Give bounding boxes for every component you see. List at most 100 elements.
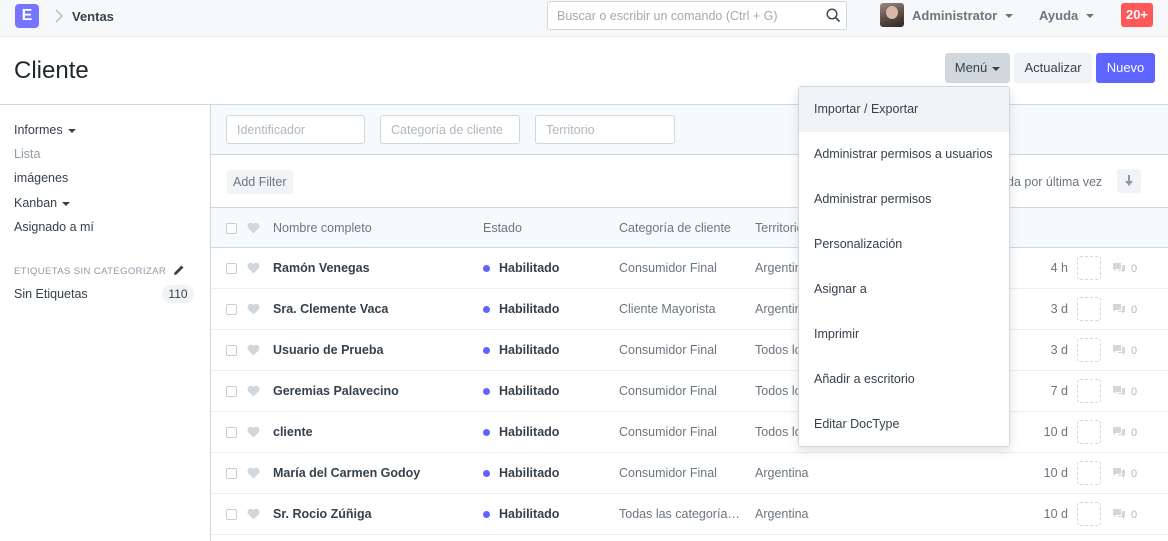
row-checkbox[interactable] <box>226 304 237 315</box>
chevron-down-icon[interactable] <box>1086 14 1094 18</box>
assign-avatar-placeholder[interactable] <box>1077 338 1101 362</box>
table-row[interactable]: María del Carmen Godoy Habilitado Consumid… <box>211 453 1168 494</box>
row-name-link[interactable]: Sra. Clemente Vaca <box>273 302 388 316</box>
filter-category-input[interactable] <box>380 115 520 144</box>
assign-avatar-placeholder[interactable] <box>1077 379 1101 403</box>
menu-dropdown: Importar / Exportar Administrar permisos… <box>798 86 1010 447</box>
sidebar-item-reports[interactable]: Informes <box>14 123 76 137</box>
row-modified-time: 3 d <box>1050 302 1068 316</box>
heart-icon[interactable] <box>247 385 260 397</box>
sort-selector[interactable]: da por última vez <box>1007 175 1102 189</box>
menu-item-role-permissions[interactable]: Administrar permisos <box>799 177 1009 222</box>
assign-avatar-placeholder[interactable] <box>1077 256 1101 280</box>
app-logo[interactable]: E <box>15 4 39 28</box>
row-category: Consumidor Final <box>619 466 717 480</box>
row-status: Habilitado <box>499 261 560 275</box>
assign-avatar-placeholder[interactable] <box>1077 502 1101 526</box>
column-header-territory[interactable]: Territorio <box>755 221 804 235</box>
menu-item-import-export[interactable]: Importar / Exportar <box>799 87 1009 132</box>
heart-icon[interactable] <box>247 262 260 274</box>
breadcrumb-ventas[interactable]: Ventas <box>72 9 114 24</box>
assign-avatar-placeholder[interactable] <box>1077 420 1101 444</box>
row-name-link[interactable]: María del Carmen Godoy <box>273 466 420 480</box>
chevron-down-icon <box>67 128 76 133</box>
row-modified-time: 3 d <box>1050 343 1068 357</box>
user-avatar[interactable] <box>880 3 904 27</box>
sidebar-item-kanban[interactable]: Kanban <box>14 196 71 210</box>
menu-item-edit-doctype[interactable]: Editar DocType <box>799 402 1009 447</box>
table-row[interactable]: Geremias Palavecino Habilitado Consumidor … <box>211 371 1168 412</box>
refresh-button[interactable]: Actualizar <box>1014 53 1092 83</box>
column-header-category[interactable]: Categoría de cliente <box>619 221 731 235</box>
comment-icon <box>1113 345 1125 355</box>
add-filter-button[interactable]: Add Filter <box>227 170 293 194</box>
user-menu[interactable]: Administrator <box>912 8 997 23</box>
comment-count: 0 <box>1131 509 1138 521</box>
heart-icon[interactable] <box>247 508 260 520</box>
filter-territory-input[interactable] <box>535 115 675 144</box>
chevron-down-icon <box>992 66 1001 71</box>
row-category: Cliente Mayorista <box>619 302 716 316</box>
select-all-checkbox[interactable] <box>226 223 237 234</box>
search-bar[interactable] <box>547 1 847 30</box>
row-checkbox[interactable] <box>226 427 237 438</box>
menu-button[interactable]: Menú <box>945 53 1010 83</box>
notifications-badge[interactable]: 20+ <box>1121 3 1153 27</box>
new-button[interactable]: Nuevo <box>1096 53 1155 83</box>
row-name-link[interactable]: Ramón Venegas <box>273 261 370 275</box>
row-modified-time: 7 d <box>1050 384 1068 398</box>
row-status: Habilitado <box>499 343 560 357</box>
sidebar-item-images[interactable]: imágenes <box>14 171 68 185</box>
table-row[interactable]: Sr. Rocio Zúñiga Habilitado Todas las cate… <box>211 494 1168 535</box>
table-row[interactable]: Ramón Venegas Habilitado Consumidor Final A… <box>211 248 1168 289</box>
row-checkbox[interactable] <box>226 468 237 479</box>
heart-icon[interactable] <box>247 426 260 438</box>
menu-item-user-permissions[interactable]: Administrar permisos a usuarios <box>799 132 1009 177</box>
column-header-name[interactable]: Nombre completo <box>273 221 372 235</box>
row-name-link[interactable]: Sr. Rocio Zúñiga <box>273 507 372 521</box>
assign-avatar-placeholder[interactable] <box>1077 461 1101 485</box>
row-name-link[interactable]: Usuario de Prueba <box>273 343 383 357</box>
row-name-link[interactable]: cliente <box>273 425 313 439</box>
row-name-link[interactable]: Geremias Palavecino <box>273 384 399 398</box>
menu-item-assign-to[interactable]: Asignar a <box>799 267 1009 312</box>
heart-icon[interactable] <box>247 344 260 356</box>
assign-avatar-placeholder[interactable] <box>1077 297 1101 321</box>
chevron-right-icon <box>55 9 63 23</box>
menu-item-customize[interactable]: Personalización <box>799 222 1009 267</box>
row-checkbox[interactable] <box>226 345 237 356</box>
column-header-status[interactable]: Estado <box>483 221 522 235</box>
help-menu[interactable]: Ayuda <box>1039 8 1078 23</box>
heart-icon[interactable] <box>247 222 260 234</box>
sidebar-item-assigned[interactable]: Asignado a mí <box>14 220 94 234</box>
row-modified-time: 10 d <box>1043 425 1068 439</box>
filter-id-input[interactable] <box>226 115 365 144</box>
row-status: Habilitado <box>499 384 560 398</box>
menu-item-print[interactable]: Imprimir <box>799 312 1009 357</box>
heart-icon[interactable] <box>247 467 260 479</box>
chevron-down-icon[interactable] <box>1005 14 1013 18</box>
status-indicator <box>483 470 490 477</box>
sidebar-item-list[interactable]: Lista <box>14 147 40 161</box>
row-category: Consumidor Final <box>619 425 717 439</box>
row-territory: Argentina <box>755 507 809 521</box>
sidebar-tag-untagged[interactable]: Sin Etiquetas <box>14 287 88 301</box>
row-checkbox[interactable] <box>226 386 237 397</box>
comment-icon <box>1113 468 1125 478</box>
table-row[interactable]: Sra. Clemente Vaca Habilitado Cliente Mayo… <box>211 289 1168 330</box>
search-icon[interactable] <box>826 8 841 23</box>
status-indicator <box>483 388 490 395</box>
arrow-down-icon <box>1125 175 1133 186</box>
pencil-icon[interactable] <box>173 264 185 276</box>
table-row[interactable]: Usuario de Prueba Habilitado Consumidor Fi… <box>211 330 1168 371</box>
menu-item-add-to-desktop[interactable]: Añadir a escritorio <box>799 357 1009 402</box>
comment-count: 0 <box>1131 263 1138 275</box>
table-row[interactable]: cliente Habilitado Consumidor Final Todos l… <box>211 412 1168 453</box>
search-input[interactable] <box>548 2 818 29</box>
heart-icon[interactable] <box>247 303 260 315</box>
sort-order-button[interactable] <box>1117 169 1141 193</box>
row-category: Consumidor Final <box>619 261 717 275</box>
row-checkbox[interactable] <box>226 263 237 274</box>
comment-icon <box>1113 427 1125 437</box>
row-checkbox[interactable] <box>226 509 237 520</box>
